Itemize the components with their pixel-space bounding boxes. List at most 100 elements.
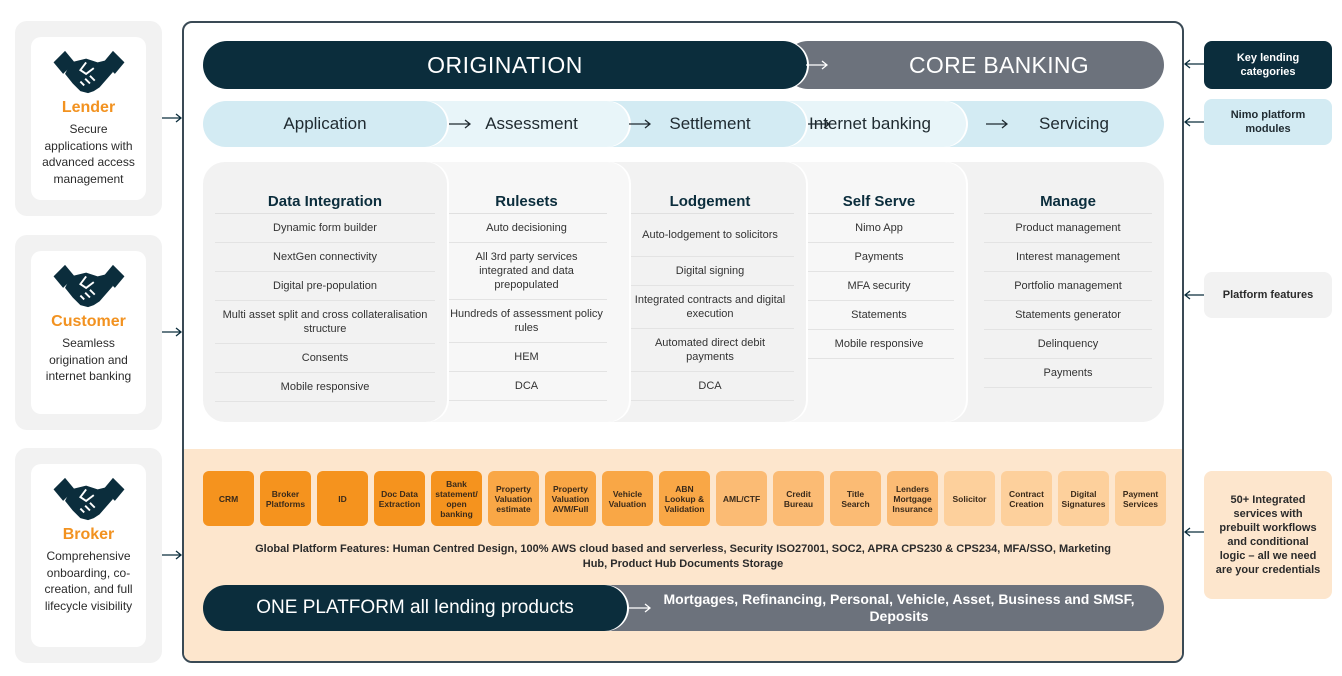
feature-item: Integrated contracts and digital executi…	[626, 286, 794, 329]
feature-item: Dynamic form builder	[215, 214, 435, 243]
feature-column-heading: Rulesets	[446, 190, 607, 214]
handshake-icon	[52, 263, 125, 309]
feature-item: Consents	[215, 344, 435, 373]
integrated-services: CRM Broker Platforms ID Doc Data Extraction…	[203, 471, 1166, 526]
feature-item: Interest management	[984, 243, 1152, 272]
service-tile: Bank statement/ open banking	[431, 471, 482, 526]
module-label: Settlement	[669, 114, 751, 133]
feature-item: Portfolio management	[984, 272, 1152, 301]
feature-column-data-integration: Data Integration Dynamic form builder Next…	[203, 162, 447, 422]
feature-item: Payments	[804, 243, 954, 272]
persona-card-broker: Broker Comprehensive onboarding, co-crea…	[15, 448, 162, 663]
feature-item: Digital signing	[626, 257, 794, 286]
feature-column-heading: Data Integration	[215, 190, 435, 214]
persona-description: Comprehensive onboarding, co-creation, a…	[44, 549, 133, 613]
arrow-right-icon	[629, 119, 651, 129]
feature-item: DCA	[626, 372, 794, 401]
service-tile: Lenders Mortgage Insurance	[887, 471, 938, 526]
feature-item: Payments	[984, 359, 1152, 388]
service-tile: Solicitor	[944, 471, 995, 526]
feature-item: Multi asset split and cross collateralis…	[215, 301, 435, 344]
feature-item: Hundreds of assessment policy rules	[446, 300, 607, 343]
feature-item: Delinquency	[984, 330, 1152, 359]
service-tile: Broker Platforms	[260, 471, 311, 526]
lending-products: Mortgages, Refinancing, Personal, Vehicl…	[584, 585, 1164, 631]
legend-platform-features: Platform features	[1204, 272, 1332, 318]
persona-card-lender: Lender Secure applications with advanced…	[15, 21, 162, 216]
feature-item: Mobile responsive	[804, 330, 954, 359]
service-tile: CRM	[203, 471, 254, 526]
persona-title: Customer	[51, 313, 126, 330]
arrow-left-icon	[1184, 59, 1204, 69]
module-label: Application	[283, 114, 367, 133]
feature-column-heading: Self Serve	[804, 190, 954, 214]
feature-item: DCA	[446, 372, 607, 401]
feature-item: Nimo App	[804, 214, 954, 243]
arrow-right-icon	[629, 603, 651, 613]
persona-title: Lender	[61, 99, 116, 116]
service-tile: Property Valuation AVM/Full	[545, 471, 596, 526]
one-platform-banner: ONE PLATFORM all lending products	[203, 585, 627, 631]
service-tile: Digital Signatures	[1058, 471, 1109, 526]
feature-item: Statements	[804, 301, 954, 330]
legend-label: Key lending categories	[1236, 52, 1300, 78]
legend-integrated-services: 50+ Integrated services with prebuilt wo…	[1204, 471, 1332, 599]
legend-key-lending-categories: Key lending categories	[1204, 41, 1332, 89]
service-tile: AML/CTF	[716, 471, 767, 526]
module-label: Servicing	[1039, 114, 1109, 133]
arrow-right-icon	[162, 327, 182, 337]
service-tile: Property Valuation estimate	[488, 471, 539, 526]
category-core-banking: CORE BANKING	[784, 41, 1164, 89]
service-tile: Title Search	[830, 471, 881, 526]
legend-label: Nimo platform modules	[1230, 109, 1306, 135]
one-platform-label: ONE PLATFORM all lending products	[256, 597, 574, 618]
arrow-right-icon	[162, 113, 182, 123]
lending-products-label: Mortgages, Refinancing, Personal, Vehicl…	[663, 591, 1135, 624]
module-application: Application	[203, 101, 447, 147]
persona-card-customer: Customer Seamless origination and intern…	[15, 235, 162, 430]
platform-frame: CORE BANKING ORIGINATION Servicing Inter…	[182, 21, 1184, 663]
service-tile: Payment Services	[1115, 471, 1166, 526]
feature-item: Product management	[984, 214, 1152, 243]
handshake-icon	[52, 49, 125, 95]
feature-item: HEM	[446, 343, 607, 372]
service-tile: ID	[317, 471, 368, 526]
arrow-left-icon	[1184, 290, 1204, 300]
module-label: Assessment	[485, 114, 578, 133]
feature-item: Auto-lodgement to solicitors	[626, 214, 794, 257]
service-tile: Vehicle Valuation	[602, 471, 653, 526]
global-platform-features: Global Platform Features: Human Centred …	[255, 543, 1111, 570]
category-label: ORIGINATION	[427, 51, 583, 78]
feature-column-heading: Lodgement	[626, 190, 794, 214]
persona-title: Broker	[62, 526, 115, 543]
feature-item: Automated direct debit payments	[626, 329, 794, 372]
arrow-right-icon	[986, 119, 1008, 129]
feature-item: Statements generator	[984, 301, 1152, 330]
feature-item: Digital pre-population	[215, 272, 435, 301]
feature-item: MFA security	[804, 272, 954, 301]
feature-column-heading: Manage	[984, 190, 1152, 214]
feature-item: All 3rd party services integrated and da…	[446, 243, 607, 300]
service-tile: Credit Bureau	[773, 471, 824, 526]
feature-item: Auto decisioning	[446, 214, 607, 243]
service-tile: ABN Lookup & Validation	[659, 471, 710, 526]
feature-item: Mobile responsive	[215, 373, 435, 402]
arrow-right-icon	[808, 119, 830, 129]
category-label: CORE BANKING	[909, 51, 1089, 78]
service-tile: Contract Creation	[1001, 471, 1052, 526]
feature-item: NextGen connectivity	[215, 243, 435, 272]
category-origination: ORIGINATION	[203, 41, 807, 89]
handshake-icon	[52, 476, 125, 522]
persona-card-inner: Broker Comprehensive onboarding, co-crea…	[31, 464, 146, 647]
arrow-left-icon	[1184, 117, 1204, 127]
arrow-right-icon	[806, 60, 828, 70]
persona-card-inner: Lender Secure applications with advanced…	[31, 37, 146, 200]
service-tile: Doc Data Extraction	[374, 471, 425, 526]
legend-label: 50+ Integrated services with prebuilt wo…	[1215, 494, 1321, 576]
legend-label: Platform features	[1222, 289, 1314, 301]
legend-nimo-platform-modules: Nimo platform modules	[1204, 99, 1332, 145]
persona-description: Secure applications with advanced access…	[42, 122, 135, 186]
arrow-right-icon	[162, 550, 182, 560]
arrow-right-icon	[449, 119, 471, 129]
persona-card-inner: Customer Seamless origination and intern…	[31, 251, 146, 414]
